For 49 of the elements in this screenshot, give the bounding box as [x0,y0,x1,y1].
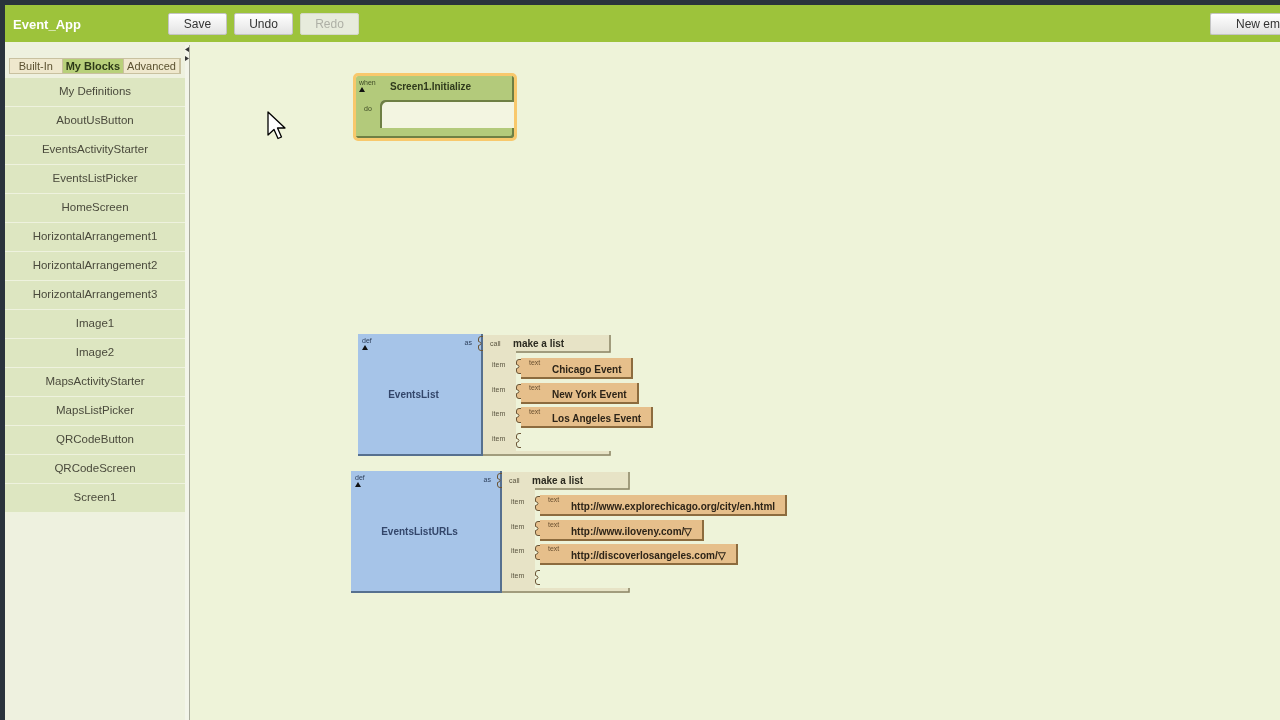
text-value[interactable]: Chicago Event [552,364,622,376]
puzzle-tab-icon [516,359,521,374]
list-block-title: make a list [532,475,584,487]
sidebar-item[interactable]: Image1 [5,310,185,339]
app-title: Event_App [13,16,81,32]
text-value[interactable]: http://www.iloveny.com/▽ [571,525,693,538]
puzzle-tab-icon [516,383,521,399]
empty-statement-slot[interactable] [380,100,514,128]
triangle-icon[interactable] [359,87,365,92]
sidebar-item[interactable]: HomeScreen [5,194,185,223]
triangle-icon[interactable] [362,345,368,350]
sidebar-item[interactable]: EventsActivityStarter [5,136,185,165]
variable-name[interactable]: EventsList [388,389,439,401]
puzzle-tab-icon [516,432,521,448]
variable-name[interactable]: EventsListURLs [381,526,458,538]
sidebar-item[interactable]: HorizontalArrangement2 [5,252,185,281]
text-value[interactable]: http://discoverlosangeles.com/▽ [571,550,726,562]
sidebar-item[interactable]: MapsListPicker [5,397,185,426]
sidebar-item[interactable]: QRCodeButton [5,426,185,455]
toolbar-button[interactable]: Save [168,12,227,35]
puzzle-tab-icon [535,569,540,585]
palette-tab[interactable]: Built-In [10,59,63,73]
sidebar-item[interactable]: My Definitions [5,78,185,107]
puzzle-tab-icon [535,520,540,536]
list-block-title: make a list [513,338,565,350]
sidebar-item[interactable]: MapsActivityStarter [5,368,185,397]
text-value[interactable]: Los Angeles Event [552,413,642,425]
new-button[interactable]: New em [1210,12,1280,35]
splitter-arrows-icon[interactable] [185,47,189,61]
puzzle-tab-icon [497,473,502,488]
text-value[interactable]: New York Event [552,388,627,401]
puzzle-tab-icon [478,336,483,351]
palette-tab[interactable]: Advanced [124,59,180,73]
puzzle-tab-icon [535,545,540,560]
sidebar-item[interactable]: Image2 [5,339,185,368]
sidebar-item[interactable]: HorizontalArrangement3 [5,281,185,310]
sidebar-item[interactable]: HorizontalArrangement1 [5,223,185,252]
puzzle-tab-icon [516,408,521,423]
toolbar-button[interactable]: Undo [234,12,293,35]
sidebar-item[interactable]: QRCodeScreen [5,455,185,484]
palette-tab[interactable]: My Blocks [62,59,125,73]
event-title: Screen1.Initialize [390,81,472,93]
sidebar-item[interactable]: AboutUsButton [5,107,185,136]
sidebar-item[interactable]: Screen1 [5,484,185,513]
text-value[interactable]: http://www.explorechicago.org/city/en.html [571,501,776,513]
mouse-pointer-icon [267,111,287,140]
triangle-icon[interactable] [355,482,361,487]
sidebar-item[interactable]: EventsListPicker [5,165,185,194]
puzzle-tab-icon [535,496,540,511]
